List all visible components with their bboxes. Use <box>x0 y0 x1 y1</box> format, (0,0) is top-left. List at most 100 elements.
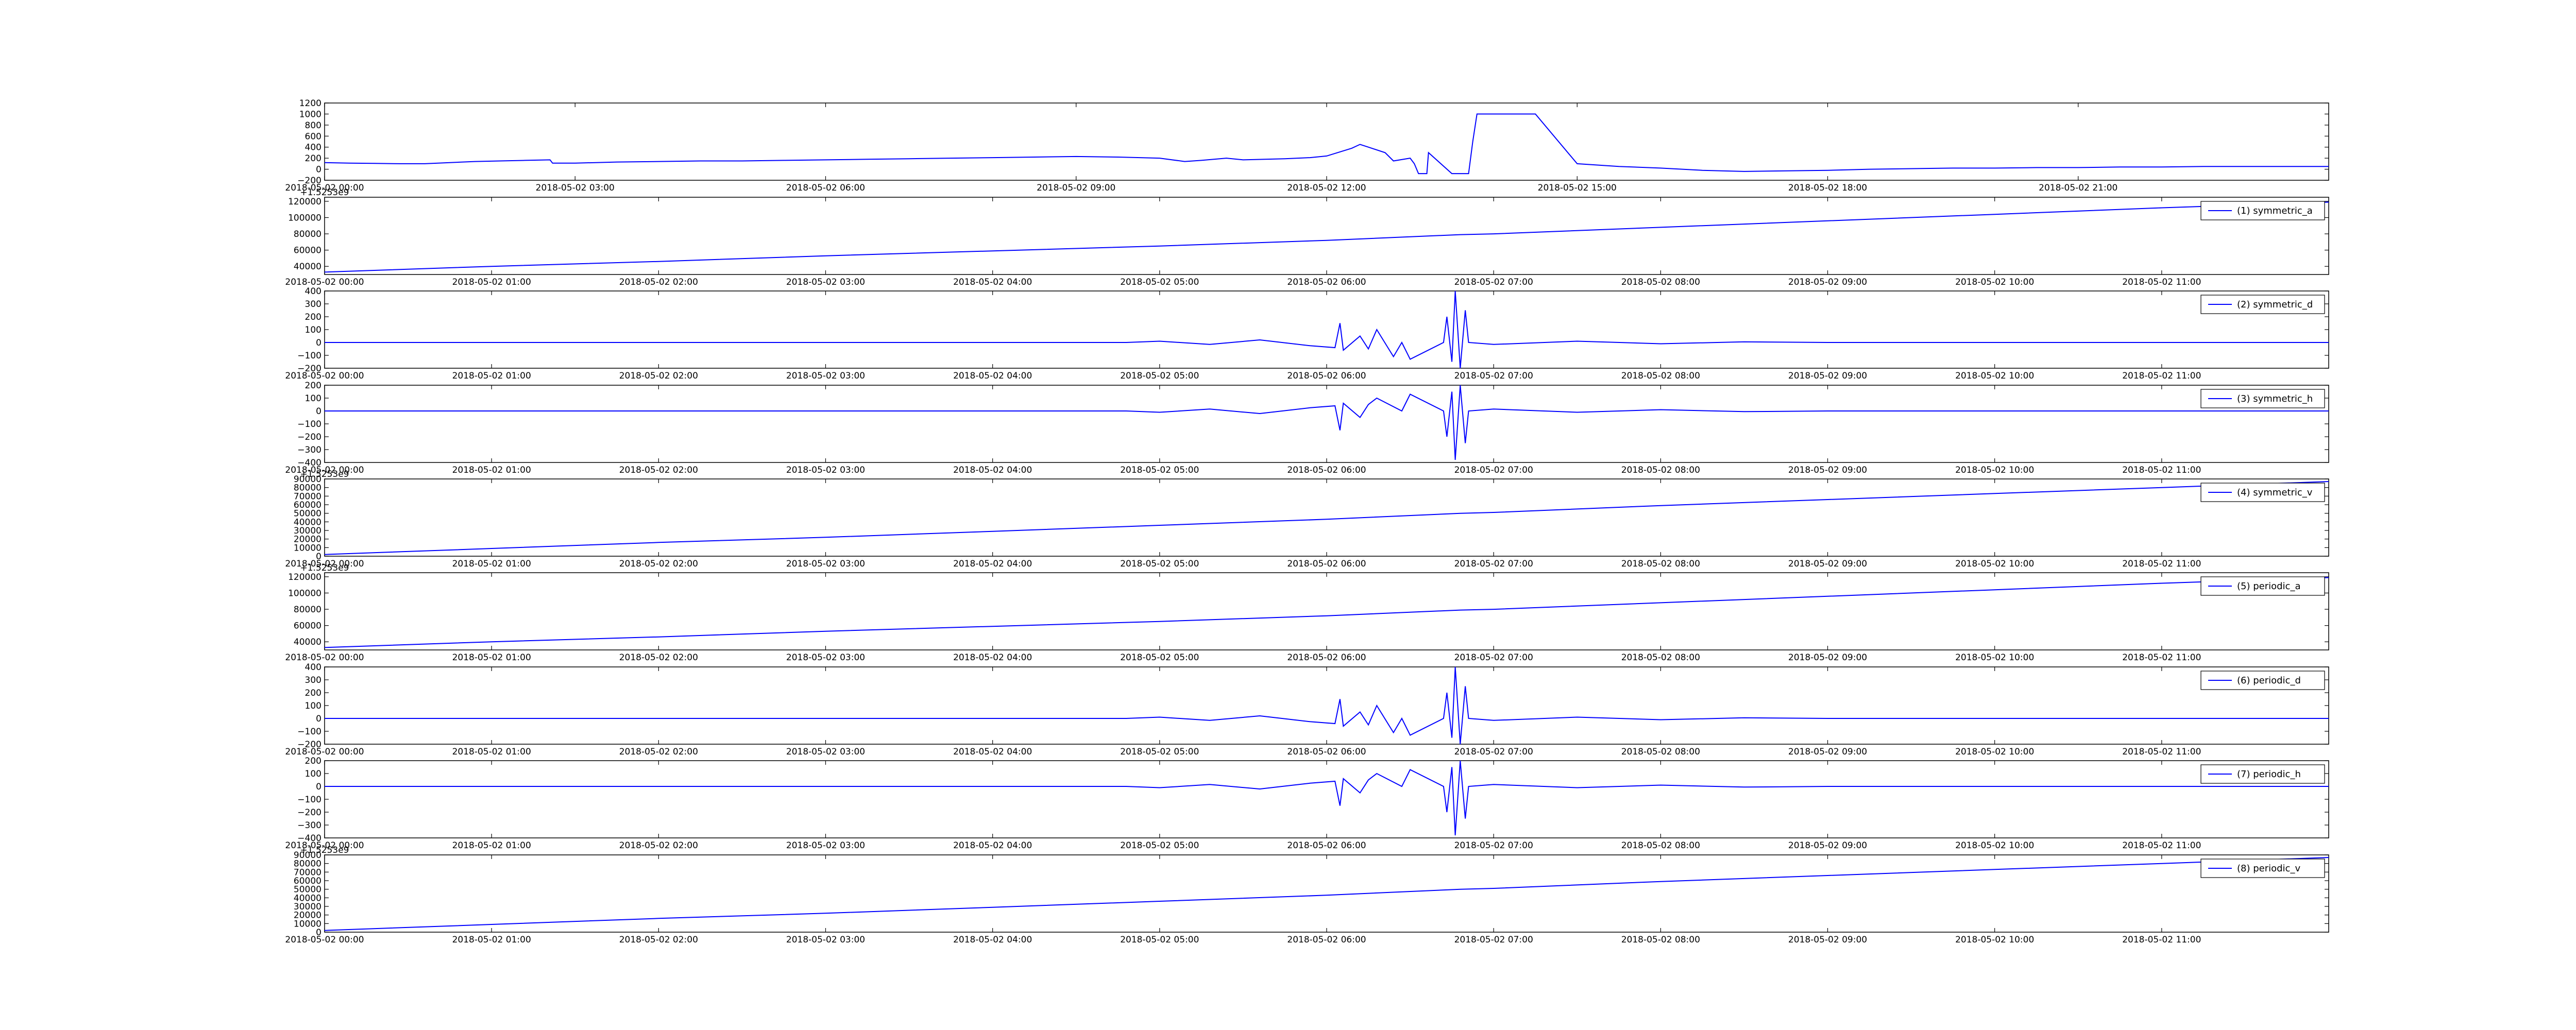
x-tick-label: 2018-05-02 10:00 <box>1955 371 2034 381</box>
axes-frame <box>324 385 2329 463</box>
x-tick-label: 2018-05-02 07:00 <box>1454 653 1533 663</box>
y-tick-label: 80000 <box>294 229 321 239</box>
y-tick-label: −200 <box>297 432 321 442</box>
y-tick-label: 40000 <box>294 262 321 272</box>
y-tick-label: 100 <box>305 393 321 404</box>
legend-label: (1) symmetric_a <box>2237 205 2313 216</box>
x-tick-label: 2018-05-02 11:00 <box>2122 277 2201 287</box>
x-tick-label: 2018-05-02 11:00 <box>2122 465 2201 475</box>
x-tick-label: 2018-05-02 04:00 <box>953 277 1032 287</box>
x-tick-label: 2018-05-02 06:00 <box>1287 559 1366 569</box>
x-tick-label: 2018-05-02 04:00 <box>953 840 1032 851</box>
x-tick-label: 2018-05-02 11:00 <box>2122 371 2201 381</box>
x-tick-label: 2018-05-02 05:00 <box>1120 840 1199 851</box>
x-tick-label: 2018-05-02 06:00 <box>1287 840 1366 851</box>
x-tick-label: 2018-05-02 08:00 <box>1621 277 1700 287</box>
y-tick-label: 800 <box>305 121 321 131</box>
y-tick-label: −100 <box>297 419 321 430</box>
x-tick-label: 2018-05-02 18:00 <box>1788 183 1867 193</box>
y-tick-label: −100 <box>297 727 321 737</box>
x-tick-label: 2018-05-02 08:00 <box>1621 371 1700 381</box>
x-tick-label: 2018-05-02 09:00 <box>1788 465 1867 475</box>
x-tick-label: 2018-05-02 02:00 <box>619 747 698 757</box>
legend: (2) symmetric_d <box>2200 295 2325 314</box>
y-tick-label: 60000 <box>294 621 321 631</box>
x-tick-label: 2018-05-02 04:00 <box>953 465 1032 475</box>
x-tick-label: 2018-05-02 09:00 <box>1037 183 1115 193</box>
x-tick-label: 2018-05-02 10:00 <box>1955 840 2034 851</box>
x-offset-text: +1.5253e9 <box>300 469 349 479</box>
y-tick-label: 100000 <box>288 588 321 598</box>
x-tick-label: 2018-05-02 00:00 <box>285 371 364 381</box>
x-tick-label: 2018-05-02 11:00 <box>2122 935 2201 945</box>
x-tick-label: 2018-05-02 21:00 <box>2039 183 2117 193</box>
x-tick-label: 2018-05-02 08:00 <box>1621 840 1700 851</box>
x-tick-label: 2018-05-02 05:00 <box>1120 653 1199 663</box>
x-tick-label: 2018-05-02 01:00 <box>452 371 531 381</box>
x-tick-label: 2018-05-02 07:00 <box>1454 371 1533 381</box>
x-tick-label: 2018-05-02 00:00 <box>285 653 364 663</box>
y-tick-label: 400 <box>305 143 321 153</box>
y-tick-label: −100 <box>297 351 321 361</box>
legend-label: (6) periodic_d <box>2237 675 2301 686</box>
x-tick-label: 2018-05-02 01:00 <box>452 559 531 569</box>
x-tick-label: 2018-05-02 04:00 <box>953 371 1032 381</box>
legend: (8) periodic_v <box>2200 859 2325 878</box>
x-offset-text: +1.5253e9 <box>300 563 349 573</box>
y-tick-label: 120000 <box>288 572 321 582</box>
x-tick-label: 2018-05-02 07:00 <box>1454 277 1533 287</box>
x-tick-label: 2018-05-02 02:00 <box>619 465 698 475</box>
y-tick-label: −100 <box>297 795 321 805</box>
y-tick-label: 0 <box>316 782 321 792</box>
x-tick-label: 2018-05-02 04:00 <box>953 559 1032 569</box>
series-line <box>325 760 2329 836</box>
x-tick-label: 2018-05-02 03:00 <box>786 747 865 757</box>
x-tick-label: 2018-05-02 11:00 <box>2122 840 2201 851</box>
y-tick-label: 600 <box>305 131 321 142</box>
x-tick-label: 2018-05-02 02:00 <box>619 840 698 851</box>
x-tick-label: 2018-05-02 03:00 <box>786 935 865 945</box>
y-tick-label: 1000 <box>299 109 321 119</box>
subplot-2: −200−10001002003004002018-05-02 00:00 201… <box>285 286 2329 381</box>
x-tick-label: 2018-05-02 10:00 <box>1955 653 2034 663</box>
legend-label: (3) symmetric_h <box>2237 393 2313 404</box>
x-tick-label: 2018-05-02 02:00 <box>619 653 698 663</box>
x-tick-label: 2018-05-02 09:00 <box>1788 653 1867 663</box>
legend: (6) periodic_d <box>2200 671 2325 690</box>
y-tick-label: −300 <box>297 820 321 831</box>
x-tick-label: 2018-05-02 03:00 <box>786 277 865 287</box>
x-tick-label: 2018-05-02 10:00 <box>1955 747 2034 757</box>
x-tick-label: 2018-05-02 05:00 <box>1120 465 1199 475</box>
x-tick-label: 2018-05-02 11:00 <box>2122 653 2201 663</box>
x-tick-label: 2018-05-02 06:00 <box>1287 277 1366 287</box>
y-tick-label: −200 <box>297 808 321 818</box>
y-tick-label: 100000 <box>288 213 321 223</box>
series-line <box>324 481 2329 555</box>
y-tick-label: 80000 <box>294 605 321 615</box>
axes-frame <box>324 478 2329 557</box>
x-tick-label: 2018-05-02 05:00 <box>1120 371 1199 381</box>
y-tick-label: 100 <box>305 325 321 335</box>
series-line <box>324 577 2329 648</box>
x-offset-text: +1.5253e9 <box>300 187 349 198</box>
y-tick-label: 0 <box>316 714 321 724</box>
series-line <box>324 113 2329 175</box>
series-line <box>325 290 2329 369</box>
x-tick-label: 2018-05-02 09:00 <box>1788 277 1867 287</box>
legend-label: (7) periodic_h <box>2237 769 2301 780</box>
x-tick-label: 2018-05-02 01:00 <box>452 653 531 663</box>
x-tick-label: 2018-05-02 06:00 <box>1287 465 1366 475</box>
x-tick-label: 2018-05-02 10:00 <box>1955 277 2034 287</box>
x-tick-label: 2018-05-02 08:00 <box>1621 653 1700 663</box>
y-tick-label: 300 <box>305 675 321 685</box>
legend: (5) periodic_a <box>2200 576 2325 596</box>
x-tick-label: 2018-05-02 08:00 <box>1621 559 1700 569</box>
x-tick-label: 2018-05-02 01:00 <box>452 747 531 757</box>
x-tick-label: 2018-05-02 02:00 <box>619 559 698 569</box>
legend: (4) symmetric_v <box>2200 483 2325 502</box>
legend-label: (8) periodic_v <box>2237 863 2300 874</box>
x-tick-label: 2018-05-02 08:00 <box>1621 747 1700 757</box>
legend-label: (4) symmetric_v <box>2237 487 2313 498</box>
x-tick-label: 2018-05-02 01:00 <box>452 277 531 287</box>
x-tick-label: 2018-05-02 12:00 <box>1287 183 1366 193</box>
